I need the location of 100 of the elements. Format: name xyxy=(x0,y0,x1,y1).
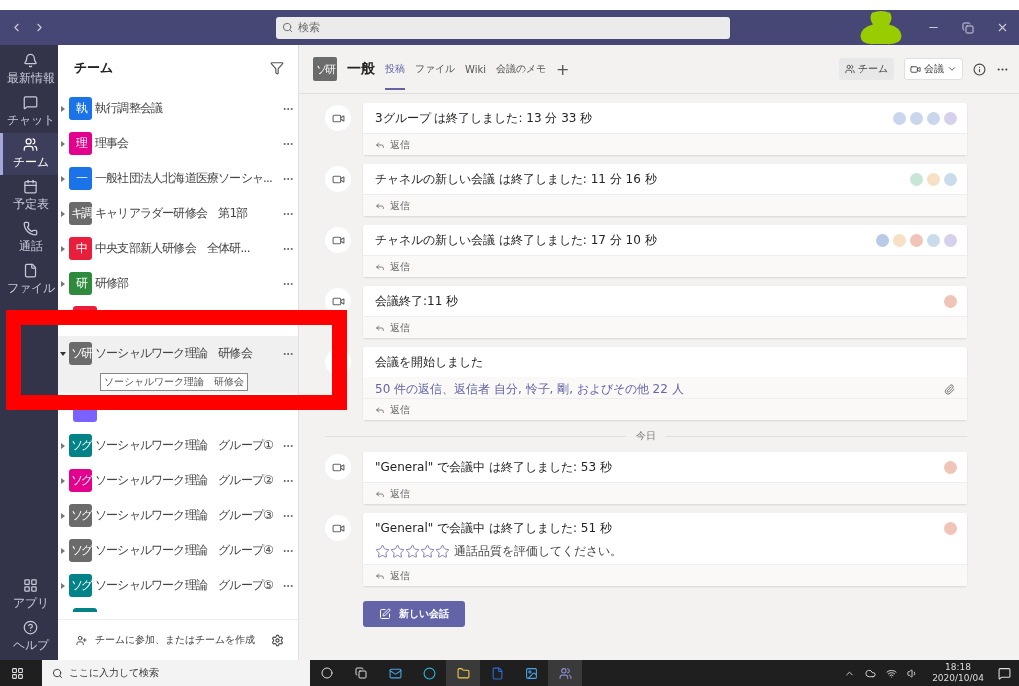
cloud-icon[interactable] xyxy=(865,667,877,679)
meet-button[interactable]: 会議 xyxy=(904,58,963,80)
filter-icon[interactable] xyxy=(270,61,284,75)
team-item[interactable]: ソグ ソーシャルワーク理論 グループ⑤ xyxy=(58,568,298,603)
join-team-link[interactable]: チームに参加、またはチームを作成 xyxy=(95,633,263,647)
taskbar-app[interactable] xyxy=(446,660,480,686)
channel-name: 一般 xyxy=(347,60,375,78)
collapsed-caret-icon[interactable] xyxy=(60,512,66,519)
paperclip-icon xyxy=(944,384,955,395)
add-person-icon xyxy=(76,634,87,646)
reply-arrow-icon xyxy=(375,200,385,211)
circle-icon[interactable] xyxy=(321,667,333,679)
rail-item[interactable]: チーム xyxy=(0,133,58,175)
new-conversation-button[interactable]: 新しい会話 xyxy=(363,601,465,627)
star-icon[interactable] xyxy=(375,544,390,559)
message-text: 会議終了:11 秒 xyxy=(375,292,460,310)
wifi-icon[interactable] xyxy=(886,667,898,679)
team-item[interactable]: ソグ ソーシャルワーク理論 グループ② xyxy=(58,463,298,498)
chat-icon xyxy=(23,95,38,110)
message-text: チャネルの新しい会議 は終了しました: 11 分 16 秒 xyxy=(375,170,658,188)
taskbar-app[interactable] xyxy=(548,660,582,686)
browser-icon[interactable] xyxy=(422,666,436,680)
collapsed-caret-icon[interactable] xyxy=(60,442,66,449)
collapsed-caret-icon[interactable] xyxy=(60,547,66,554)
tooltip: ソーシャルワーク理論 研修会 xyxy=(100,373,248,391)
team-avatar: ソグ xyxy=(69,469,92,492)
folder-icon xyxy=(456,666,470,680)
expanded-caret-icon[interactable] xyxy=(60,350,66,357)
team-item[interactable]: ソグ ソーシャルワーク理論 グループ① xyxy=(58,428,298,463)
reply-link[interactable]: 返信 xyxy=(363,398,967,420)
star-icon[interactable] xyxy=(435,544,450,559)
team-avatar: 中 xyxy=(69,237,92,260)
team-item[interactable]: キ調 キャリアラダー研修会 第1部 xyxy=(58,196,298,231)
reply-link[interactable]: 返信 xyxy=(363,482,967,504)
collapsed-caret-icon[interactable] xyxy=(60,175,66,182)
reply-link[interactable]: 返信 xyxy=(363,564,967,586)
team-item[interactable]: 一 一般社団法人北海道医療ソーシャ... xyxy=(58,161,298,196)
team-item[interactable]: 理 理事会 xyxy=(58,126,298,161)
calendar-icon xyxy=(23,179,38,194)
channel-tab[interactable]: ファイル xyxy=(415,48,455,90)
rail-item[interactable]: ヘルプ xyxy=(0,616,58,658)
collapsed-caret-icon[interactable] xyxy=(60,140,66,147)
team-avatar: 執 xyxy=(69,97,92,120)
reply-arrow-icon xyxy=(375,570,385,581)
people-icon xyxy=(23,137,38,152)
collapsed-caret-icon[interactable] xyxy=(60,582,66,589)
star-icon[interactable] xyxy=(405,544,420,559)
team-item[interactable]: ソグ ソーシャルワーク理論 グループ④ xyxy=(58,533,298,568)
team-item[interactable]: ソ研 ソーシャルワーク理論 研修会 xyxy=(58,336,298,371)
add-tab[interactable]: + xyxy=(556,59,570,79)
team-avatar: ソグ xyxy=(69,574,92,597)
star-icon[interactable] xyxy=(390,544,405,559)
reply-link[interactable]: 返信 xyxy=(363,133,967,155)
collapsed-caret-icon[interactable] xyxy=(60,105,66,112)
team-item[interactable]: 研 研修部 xyxy=(58,266,298,301)
mail-icon[interactable] xyxy=(388,666,402,680)
collapsed-caret-icon[interactable] xyxy=(60,477,66,484)
document-icon[interactable] xyxy=(490,666,504,680)
people-icon xyxy=(558,666,572,680)
reply-link[interactable]: 返信 xyxy=(363,194,967,216)
compose-icon xyxy=(379,608,391,620)
team-item[interactable]: ソグ ソーシャルワーク理論 グループ③ xyxy=(58,498,298,533)
channel-tab[interactable]: Wiki xyxy=(465,49,486,89)
search-icon xyxy=(52,667,63,679)
reply-link[interactable]: 返信 xyxy=(363,255,967,277)
clock[interactable]: 18:18 2020/10/04 xyxy=(932,662,984,684)
info-icon[interactable] xyxy=(973,62,986,76)
help-icon xyxy=(23,620,38,635)
team-avatar: ソ研 xyxy=(69,342,92,365)
search-field[interactable]: 検索 xyxy=(276,16,730,39)
notification-icon[interactable] xyxy=(998,666,1011,680)
rail-item[interactable]: 通話 xyxy=(0,217,58,259)
message-text: 3グループ は終了しました: 13 分 33 秒 xyxy=(375,109,594,127)
chevron-down-icon xyxy=(947,64,957,74)
star-icon[interactable] xyxy=(420,544,435,559)
reply-arrow-icon xyxy=(375,261,385,272)
rail-item[interactable]: アプリ xyxy=(0,574,58,616)
channel-tab[interactable]: 会議のメモ xyxy=(496,48,546,90)
rail-item[interactable]: 予定表 xyxy=(0,175,58,217)
collapsed-caret-icon[interactable] xyxy=(60,280,66,287)
channel-tab[interactable]: 投稿 xyxy=(385,48,405,90)
file-icon xyxy=(23,263,38,278)
collapsed-caret-icon[interactable] xyxy=(60,210,66,217)
rating-prompt: 通話品質を評価してください。 xyxy=(454,543,622,560)
task-view-icon[interactable] xyxy=(355,667,367,679)
taskbar-search-field[interactable]: ここに入力して検索 xyxy=(42,660,310,686)
rail-item[interactable]: 最新情報 xyxy=(0,49,58,91)
team-item[interactable]: 執 執行調整会議 xyxy=(58,91,298,126)
rail-item[interactable]: チャット xyxy=(0,91,58,133)
reply-link[interactable]: 返信 xyxy=(363,316,967,338)
team-button[interactable]: チーム xyxy=(839,58,894,80)
settings-icon[interactable] xyxy=(271,633,284,647)
image-icon[interactable] xyxy=(524,666,538,680)
team-item[interactable]: 中 中央支部新人研修会 全体研... xyxy=(58,231,298,266)
search-icon xyxy=(282,22,293,33)
rail-item[interactable]: ファイル xyxy=(0,259,58,301)
date-divider: 今日 xyxy=(636,429,656,443)
restore-icon[interactable] xyxy=(962,21,974,34)
collapsed-caret-icon[interactable] xyxy=(60,245,66,252)
close-icon[interactable] xyxy=(996,21,1009,34)
